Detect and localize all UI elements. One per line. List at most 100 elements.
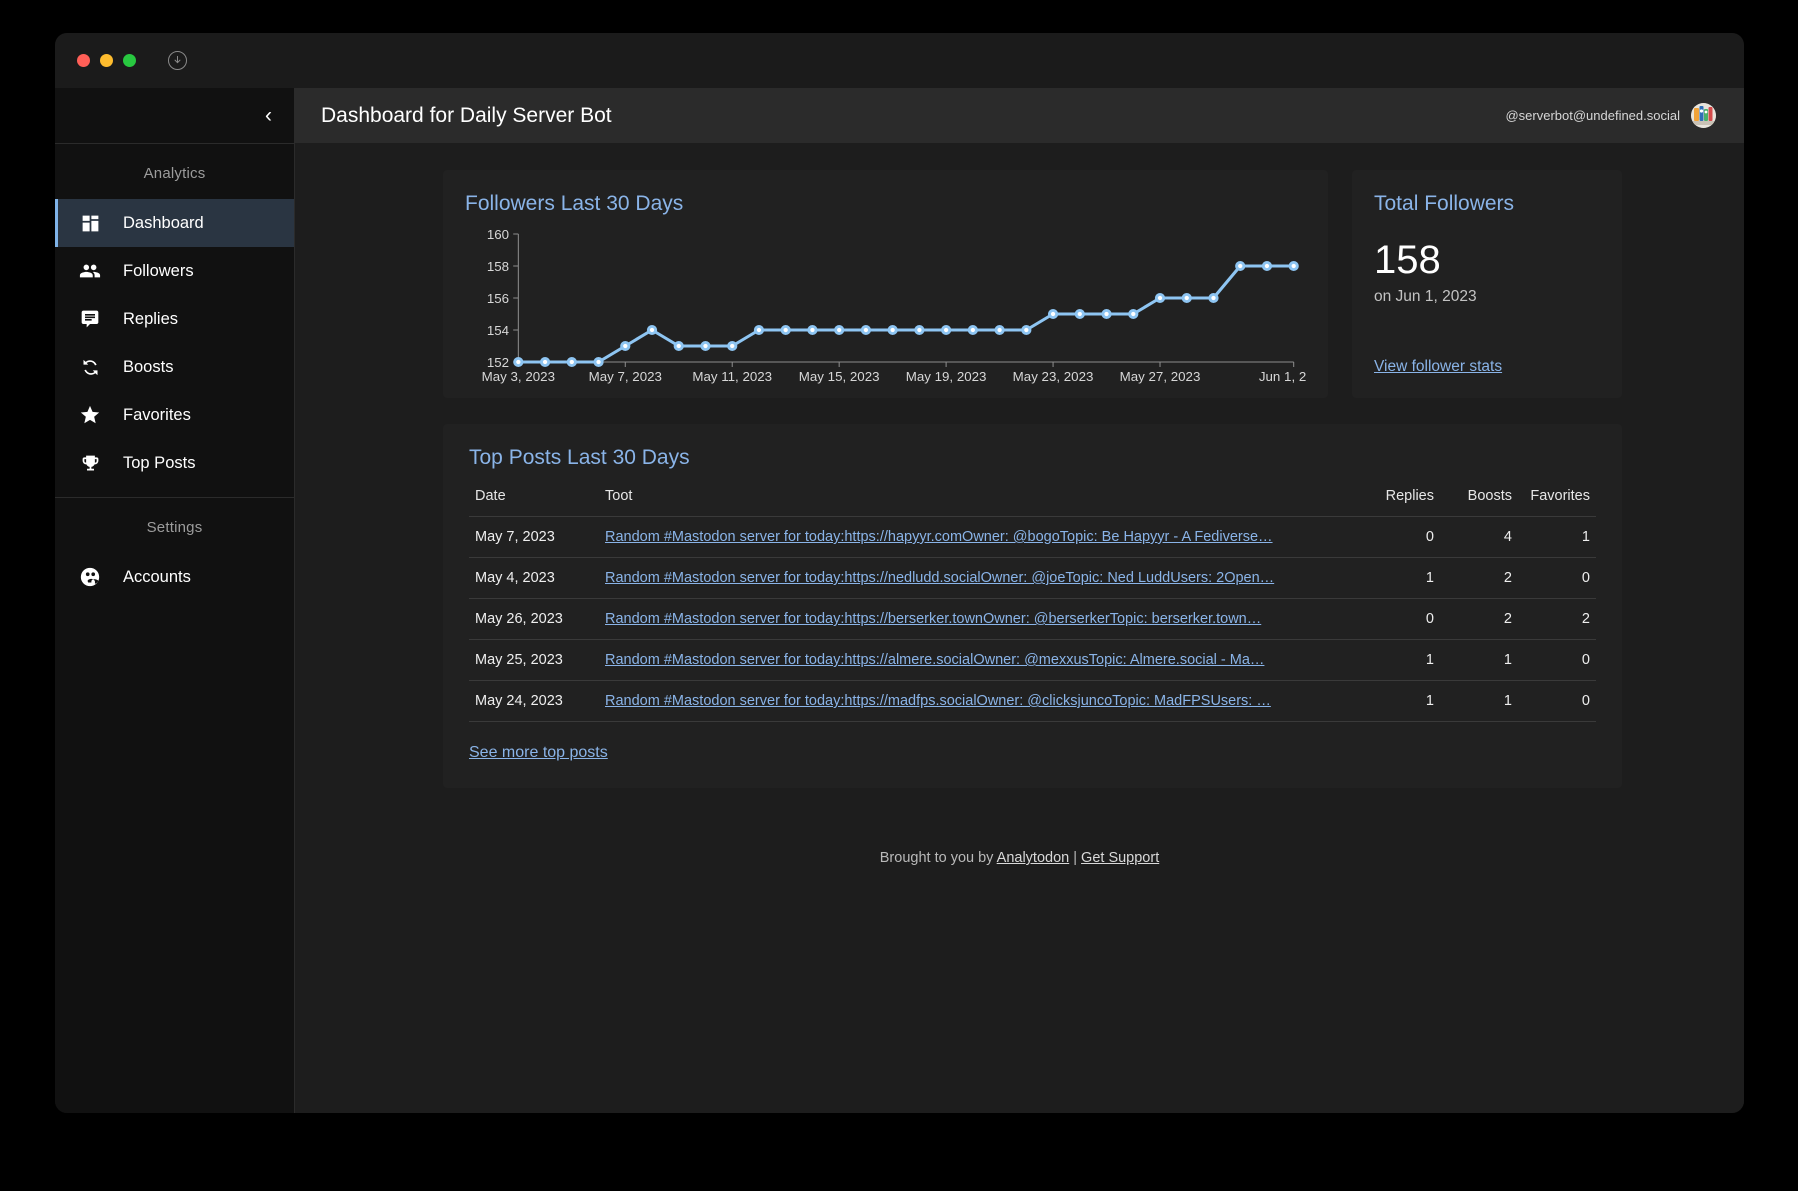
svg-text:160: 160	[487, 227, 509, 242]
svg-text:Jun 1, 2023: Jun 1, 2023	[1259, 369, 1306, 384]
star-icon	[77, 402, 103, 428]
page-title: Dashboard for Daily Server Bot	[321, 103, 612, 127]
sidebar-item-dashboard[interactable]: Dashboard	[55, 199, 294, 247]
toot-link[interactable]: Random #Mastodon server for today:https:…	[605, 611, 1261, 627]
footer-brand-link[interactable]: Analytodon	[997, 850, 1070, 866]
sidebar-item-favorites[interactable]: Favorites	[55, 391, 294, 439]
svg-text:May 23, 2023: May 23, 2023	[1013, 369, 1094, 384]
view-follower-stats-link[interactable]: View follower stats	[1374, 358, 1600, 376]
table-header-row: Date Toot Replies Boosts Favorites	[469, 480, 1596, 517]
cell-boosts: 2	[1440, 598, 1518, 640]
cell-boosts: 1	[1440, 680, 1518, 722]
cell-date: May 7, 2023	[469, 516, 599, 558]
svg-text:May 7, 2023: May 7, 2023	[589, 369, 662, 384]
svg-text:156: 156	[487, 291, 509, 306]
toot-link[interactable]: Random #Mastodon server for today:https:…	[605, 693, 1271, 709]
download-circle-icon[interactable]	[168, 51, 187, 70]
cell-replies: 0	[1362, 598, 1440, 640]
followers-chart-svg: 152 154 156 158 160 May 3, 2023 May 7, 2023 May…	[482, 227, 1306, 384]
maximize-window-button[interactable]	[123, 54, 136, 67]
sidebar: ‹ Analytics Dashboard Followers Replies …	[55, 88, 295, 1113]
total-followers-card: Total Followers 158 on Jun 1, 2023 View …	[1352, 170, 1622, 398]
cell-boosts: 4	[1440, 516, 1518, 558]
cell-favorites: 1	[1518, 516, 1596, 558]
close-window-button[interactable]	[77, 54, 90, 67]
main-area: Dashboard for Daily Server Bot @serverbo…	[295, 88, 1744, 1113]
cell-favorites: 0	[1518, 680, 1596, 722]
table-row: May 26, 2023 Random #Mastodon server for …	[469, 598, 1596, 640]
toot-link[interactable]: Random #Mastodon server for today:https:…	[605, 652, 1264, 668]
desktop-background: ‹ Analytics Dashboard Followers Replies …	[0, 0, 1798, 1191]
top-posts-table: Date Toot Replies Boosts Favorites May 7…	[469, 480, 1596, 722]
svg-text:May 19, 2023: May 19, 2023	[906, 369, 987, 384]
total-followers-date: on Jun 1, 2023	[1374, 288, 1477, 305]
sidebar-item-accounts-label: Accounts	[123, 567, 191, 586]
total-followers-value: 158	[1374, 238, 1441, 282]
cell-date: May 25, 2023	[469, 639, 599, 681]
topbar-account[interactable]: @serverbot@undefined.social	[1505, 103, 1716, 128]
see-more-top-posts-link[interactable]: See more top posts	[469, 744, 608, 762]
cell-date: May 26, 2023	[469, 598, 599, 640]
sidebar-collapse-button[interactable]: ‹	[265, 105, 272, 126]
followers-chart-card: Followers Last 30 Days 152 154 156 158 160 Ma…	[443, 170, 1328, 398]
cell-toot: Random #Mastodon server for today:https:…	[599, 516, 1362, 558]
svg-text:May 27, 2023: May 27, 2023	[1120, 369, 1201, 384]
column-header-date: Date	[469, 480, 599, 517]
cell-toot: Random #Mastodon server for today:https:…	[599, 557, 1362, 599]
column-header-boosts: Boosts	[1440, 480, 1518, 517]
svg-text:May 3, 2023: May 3, 2023	[482, 369, 555, 384]
toot-link[interactable]: Random #Mastodon server for today:https:…	[605, 529, 1273, 545]
total-followers-title: Total Followers	[1374, 192, 1515, 215]
followers-chart-title: Followers Last 30 Days	[465, 192, 684, 215]
app-window: ‹ Analytics Dashboard Followers Replies …	[55, 33, 1744, 1113]
cell-boosts: 1	[1440, 639, 1518, 681]
sidebar-item-followers[interactable]: Followers	[55, 247, 294, 295]
supervised-user-circle-icon	[77, 564, 103, 590]
svg-text:158: 158	[487, 259, 509, 274]
avatar[interactable]	[1691, 103, 1716, 128]
account-handle: @serverbot@undefined.social	[1505, 108, 1680, 123]
svg-text:154: 154	[487, 323, 509, 338]
sidebar-item-top-posts[interactable]: Top Posts	[55, 439, 294, 487]
cell-replies: 1	[1362, 557, 1440, 599]
sidebar-item-replies-label: Replies	[123, 309, 179, 328]
table-row: May 24, 2023 Random #Mastodon server for …	[469, 680, 1596, 722]
table-row: May 4, 2023 Random #Mastodon server for t…	[469, 557, 1596, 599]
sidebar-item-accounts[interactable]: Accounts	[55, 553, 294, 601]
sidebar-item-top-posts-label: Top Posts	[123, 453, 196, 472]
table-row: May 25, 2023 Random #Mastodon server for …	[469, 639, 1596, 681]
footer-separator: |	[1069, 850, 1082, 866]
sidebar-header: ‹	[55, 88, 294, 143]
footer-prefix: Brought to you by	[879, 850, 997, 866]
footer: Brought to you by Analytodon | Get Suppo…	[295, 850, 1744, 866]
column-header-toot: Toot	[599, 480, 1362, 517]
column-header-replies: Replies	[1362, 480, 1440, 517]
cell-date: May 24, 2023	[469, 680, 599, 722]
table-body: May 7, 2023 Random #Mastodon server for t…	[469, 516, 1596, 722]
sidebar-item-favorites-label: Favorites	[123, 405, 191, 424]
top-posts-title: Top Posts Last 30 Days	[469, 446, 690, 469]
svg-text:May 11, 2023: May 11, 2023	[692, 369, 772, 384]
sidebar-item-followers-label: Followers	[123, 261, 194, 280]
cell-toot: Random #Mastodon server for today:https:…	[599, 598, 1362, 640]
cell-toot: Random #Mastodon server for today:https:…	[599, 680, 1362, 722]
svg-text:152: 152	[487, 355, 509, 370]
sidebar-item-boosts[interactable]: Boosts	[55, 343, 294, 391]
column-header-favorites: Favorites	[1518, 480, 1596, 517]
sidebar-item-boosts-label: Boosts	[123, 357, 174, 376]
footer-support-link[interactable]: Get Support	[1081, 850, 1159, 866]
trophy-icon	[77, 450, 103, 476]
toot-link[interactable]: Random #Mastodon server for today:https:…	[605, 570, 1274, 586]
people-icon	[77, 258, 103, 284]
svg-text:May 15, 2023: May 15, 2023	[799, 369, 880, 384]
topbar: Dashboard for Daily Server Bot @serverbo…	[295, 88, 1744, 143]
sidebar-item-dashboard-label: Dashboard	[123, 213, 204, 232]
dashboard-icon	[77, 210, 103, 236]
cell-boosts: 2	[1440, 557, 1518, 599]
cell-toot: Random #Mastodon server for today:https:…	[599, 639, 1362, 681]
window-titlebar	[55, 33, 1744, 88]
minimize-window-button[interactable]	[100, 54, 113, 67]
followers-chart[interactable]: 152 154 156 158 160 May 3, 2023 May 7, 2023 May…	[465, 226, 1306, 388]
sidebar-item-replies[interactable]: Replies	[55, 295, 294, 343]
cell-date: May 4, 2023	[469, 557, 599, 599]
